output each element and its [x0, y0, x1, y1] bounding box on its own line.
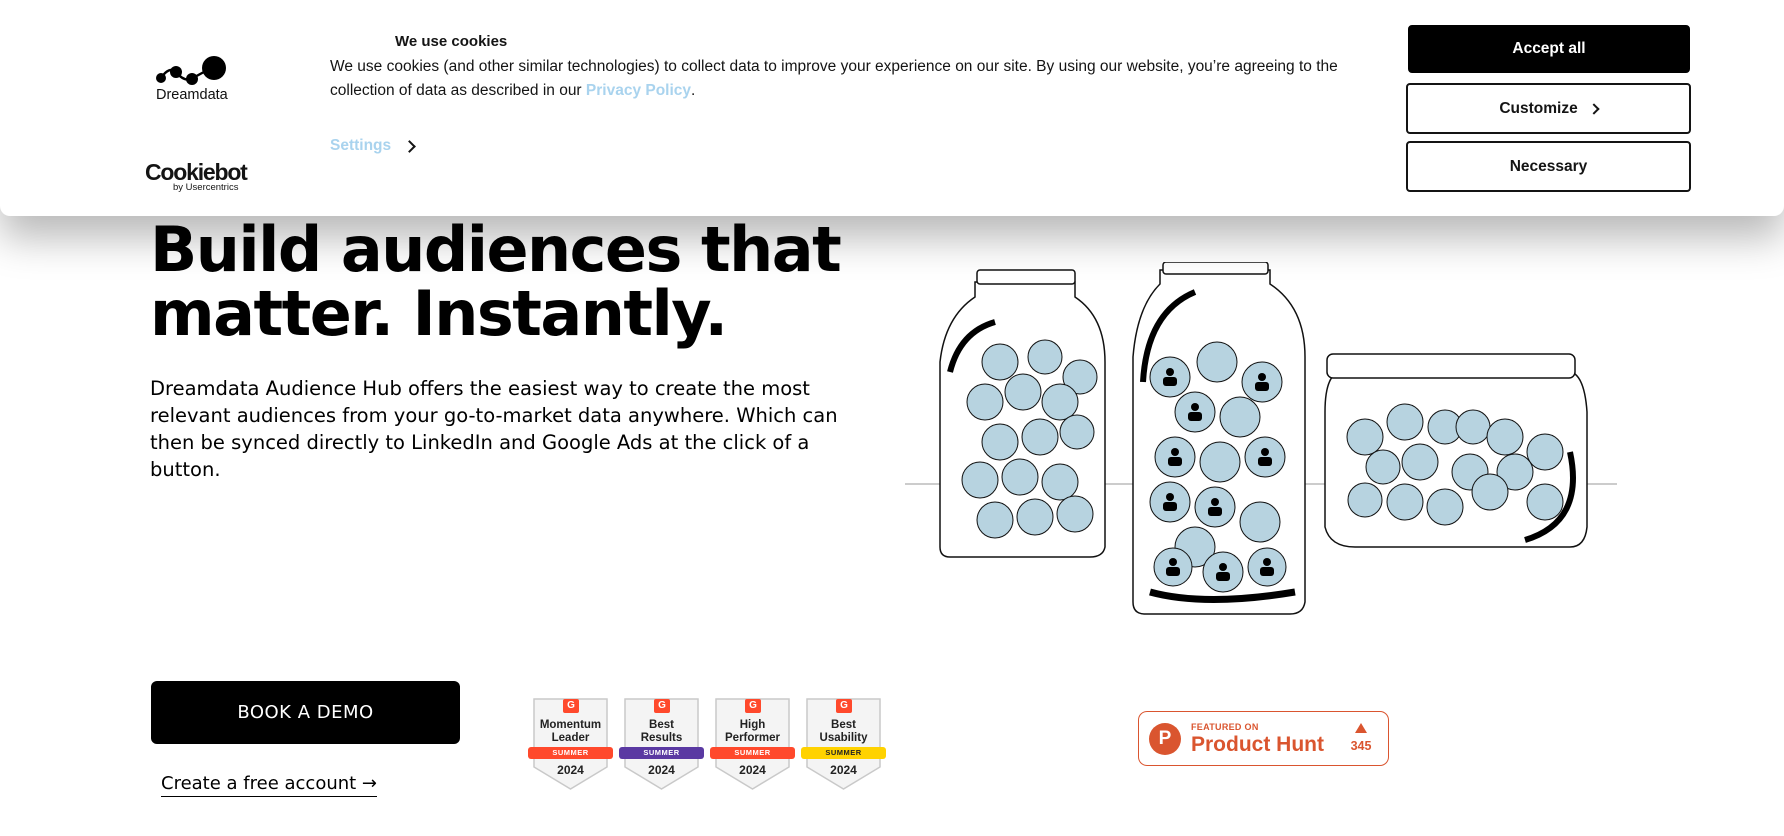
badge-season: SUMMER — [801, 747, 886, 759]
badge-year: 2024 — [739, 763, 766, 777]
cookiebot-logo: Cookiebot by Usercentrics — [145, 159, 248, 193]
necessary-button[interactable]: Necessary — [1406, 141, 1691, 192]
ph-vote-count: 345 — [1350, 739, 1372, 753]
cookie-text-end: . — [691, 82, 696, 99]
cookie-text: We use cookies (and other similar techno… — [330, 55, 1360, 103]
hero-title: Build audiences that matter. Instantly. — [150, 213, 842, 350]
privacy-policy-link[interactable]: Privacy Policy — [586, 82, 691, 99]
g2-badge: G Momentum Leader SUMMER 2024 — [528, 697, 613, 791]
g2-badges: G Momentum Leader SUMMER 2024 G Best Res… — [528, 697, 886, 791]
badge-season: SUMMER — [619, 747, 704, 759]
badge-title: Best Results — [640, 719, 683, 744]
badge-year: 2024 — [830, 763, 857, 777]
chevron-right-icon — [403, 139, 417, 153]
brand-name: Dreamdata — [156, 87, 228, 103]
g2-logo: G — [563, 699, 579, 713]
g2-badge: G Best Usability SUMMER 2024 — [801, 697, 886, 791]
badge-title: Momentum Leader — [539, 719, 602, 744]
product-hunt-logo: P — [1149, 723, 1181, 755]
ph-name: Product Hunt — [1191, 733, 1324, 756]
badge-year: 2024 — [648, 763, 675, 777]
badge-season: SUMMER — [528, 747, 613, 759]
badge-season: SUMMER — [710, 747, 795, 759]
settings-link[interactable]: Settings — [330, 137, 417, 155]
badge-year: 2024 — [557, 763, 584, 777]
badge-title: Best Usability — [819, 719, 868, 744]
g2-badge: G Best Results SUMMER 2024 — [619, 697, 704, 791]
customize-label: Customize — [1499, 99, 1578, 117]
product-hunt-badge[interactable]: P FEATURED ON Product Hunt 345 — [1138, 711, 1389, 766]
book-demo-button[interactable]: BOOK A DEMO — [151, 681, 460, 744]
g2-logo: G — [654, 699, 670, 713]
chevron-right-icon — [1588, 102, 1600, 115]
create-free-account-link[interactable]: Create a free account → — [161, 773, 378, 797]
cookiebot-name: Cookiebot — [145, 159, 248, 185]
cookiebot-sub: by Usercentrics — [173, 182, 239, 193]
hero-description: Dreamdata Audience Hub offers the easies… — [150, 377, 838, 481]
settings-label: Settings — [330, 137, 392, 154]
ph-featured-label: FEATURED ON — [1191, 722, 1259, 732]
upvote-icon — [1355, 723, 1367, 733]
customize-button[interactable]: Customize — [1406, 83, 1691, 134]
cookie-title: We use cookies — [395, 33, 508, 50]
badge-title: High Performer — [725, 719, 780, 744]
g2-badge: G High Performer SUMMER 2024 — [710, 697, 795, 791]
g2-logo: G — [836, 699, 852, 713]
cookie-text-body: We use cookies (and other similar techno… — [330, 58, 1338, 99]
cookie-banner: Dreamdata Cookiebot by Usercentrics We u… — [0, 0, 1784, 216]
g2-logo: G — [745, 699, 761, 713]
jars-illustration — [905, 262, 1617, 615]
accept-all-button[interactable]: Accept all — [1408, 25, 1690, 73]
